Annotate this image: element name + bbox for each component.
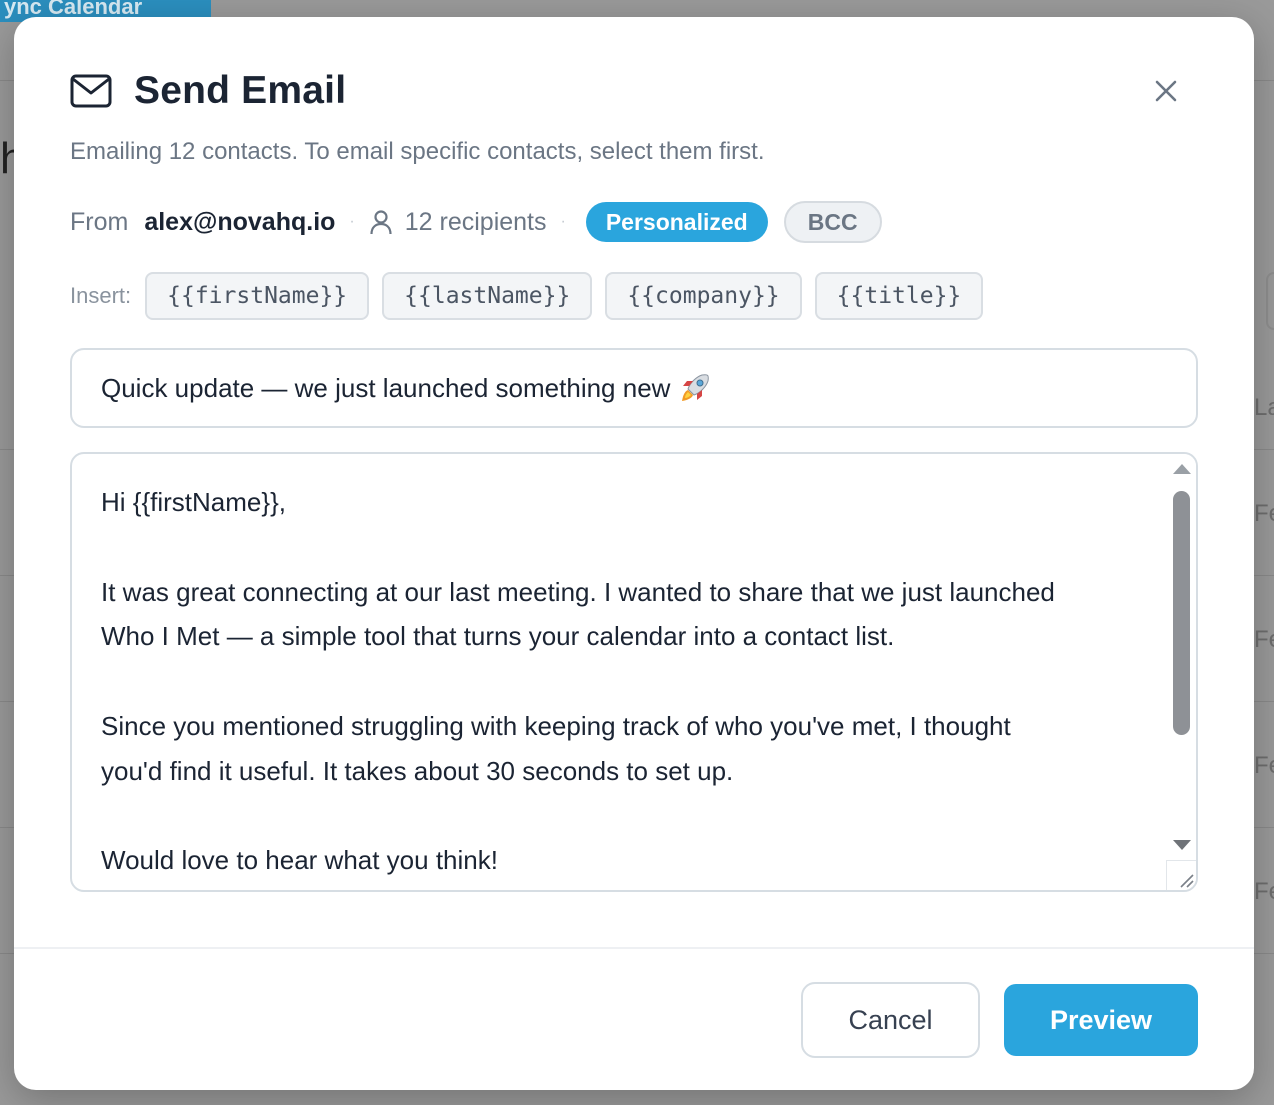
from-email: alex@novahq.io: [144, 207, 336, 236]
insert-token-title[interactable]: {{title}}: [814, 272, 984, 320]
modal-title: Send Email: [134, 69, 347, 112]
body-line: [101, 525, 1161, 570]
message-body-text: Hi {{firstName}}, It was great connectin…: [101, 480, 1161, 883]
close-icon: [1155, 80, 1177, 102]
recipients-count: 12 recipients: [404, 207, 547, 236]
background-cell: Fe: [1254, 626, 1274, 653]
background-cell: Fe: [1254, 500, 1274, 527]
body-line: [101, 794, 1161, 839]
cancel-button[interactable]: Cancel: [801, 982, 980, 1058]
scroll-up-arrow-icon[interactable]: [1173, 464, 1191, 474]
scroll-down-arrow-icon[interactable]: [1173, 840, 1191, 850]
body-line: [101, 659, 1161, 704]
sender-info-row: From alex@novahq.io · 12 recipients · Pe…: [70, 201, 882, 243]
separator-dot: ·: [560, 213, 566, 230]
body-line: you'd find it useful. It takes about 30 …: [101, 755, 734, 786]
personalized-badge[interactable]: Personalized: [585, 202, 768, 242]
from-label: From: [70, 207, 129, 236]
insert-label: Insert:: [70, 283, 132, 308]
send-email-modal: Send Email Emailing 12 contacts. To emai…: [14, 17, 1254, 1090]
insert-token-firstname[interactable]: {{firstName}}: [145, 272, 370, 320]
background-cell: La: [1254, 394, 1274, 421]
resize-grip-icon: [1180, 874, 1194, 888]
preview-button[interactable]: Preview: [1004, 984, 1198, 1056]
insert-variables-row: Insert: {{firstName}} {{lastName}} {{com…: [70, 272, 996, 320]
subject-text: Quick update — we just launched somethin…: [101, 372, 671, 403]
rocket-icon: [682, 374, 710, 401]
insert-token-lastname[interactable]: {{lastName}}: [382, 272, 593, 320]
background-cell: Fe: [1254, 878, 1274, 905]
separator-dot: ·: [349, 213, 355, 230]
background-control: [1266, 272, 1274, 330]
body-line: Since you mentioned struggling with keep…: [101, 710, 1011, 741]
resize-handle[interactable]: [1166, 860, 1196, 890]
insert-token-company[interactable]: {{company}}: [605, 272, 802, 320]
body-line: It was great connecting at our last meet…: [101, 576, 1055, 607]
body-line: Would love to hear what you think!: [101, 845, 498, 876]
subject-input[interactable]: Quick update — we just launched somethin…: [70, 348, 1198, 428]
background-cell: Fe: [1254, 752, 1274, 779]
body-line: Hi {{firstName}},: [101, 487, 286, 517]
bcc-badge[interactable]: BCC: [783, 201, 882, 243]
close-button[interactable]: [1150, 75, 1182, 107]
scrollbar-thumb[interactable]: [1173, 491, 1190, 735]
modal-subtitle: Emailing 12 contacts. To email specific …: [70, 138, 765, 165]
mail-icon: [70, 74, 112, 108]
textarea-scrollbar[interactable]: [1166, 454, 1196, 860]
message-body-textarea[interactable]: Hi {{firstName}}, It was great connectin…: [70, 452, 1198, 892]
body-line: Who I Met — a simple tool that turns you…: [101, 621, 895, 652]
footer-divider: [14, 947, 1254, 949]
modal-header: Send Email: [70, 69, 346, 113]
user-icon: [370, 210, 392, 235]
background-heading-fragment: h: [0, 134, 14, 183]
